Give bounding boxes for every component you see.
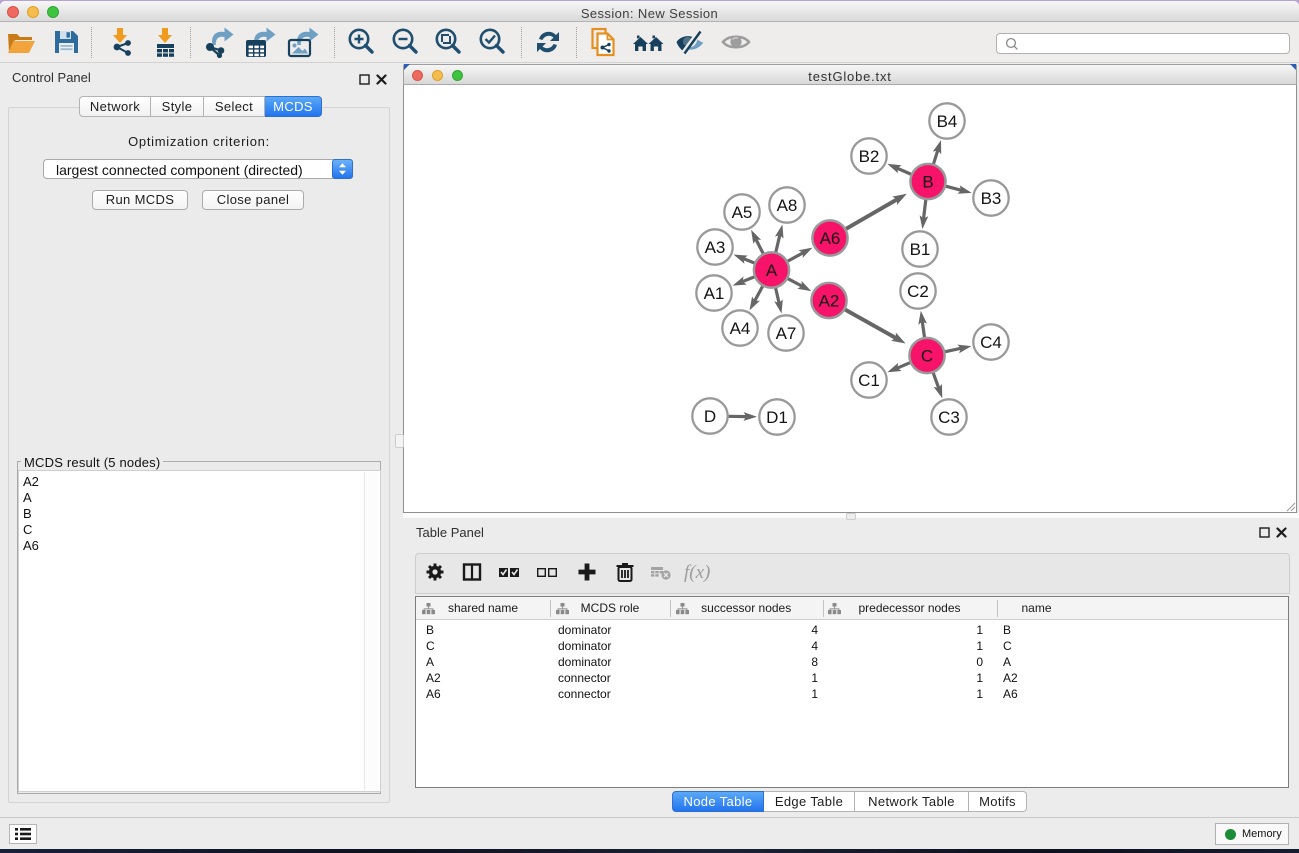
svg-text:f(x): f(x): [684, 562, 710, 583]
svg-text:D: D: [704, 407, 716, 426]
svg-text:A4: A4: [730, 319, 751, 338]
svg-text:A3: A3: [705, 238, 726, 257]
svg-text:A2: A2: [819, 292, 840, 311]
svg-text:C3: C3: [938, 408, 960, 427]
svg-text:A8: A8: [777, 196, 798, 215]
svg-text:C4: C4: [980, 333, 1002, 352]
svg-text:A1: A1: [704, 284, 725, 303]
svg-text:A7: A7: [776, 324, 797, 343]
svg-text:B2: B2: [859, 147, 880, 166]
svg-text:A6: A6: [820, 229, 841, 248]
svg-text:A5: A5: [732, 203, 753, 222]
svg-text:C1: C1: [858, 371, 880, 390]
svg-text:B1: B1: [910, 240, 931, 259]
svg-text:B3: B3: [981, 189, 1002, 208]
svg-text:B: B: [922, 173, 933, 192]
svg-text:C2: C2: [907, 282, 929, 301]
svg-text:D1: D1: [766, 408, 788, 427]
svg-text:A: A: [766, 261, 778, 280]
svg-text:C: C: [921, 347, 933, 366]
svg-text:B4: B4: [937, 112, 958, 131]
